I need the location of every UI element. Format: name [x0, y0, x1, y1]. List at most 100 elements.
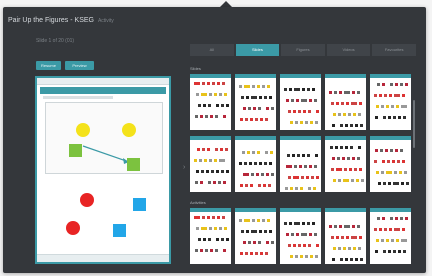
thumbnail-header — [370, 74, 411, 78]
thumbnail-figure-dot — [352, 225, 355, 228]
activity-thumbnail[interactable] — [325, 208, 366, 264]
thumbnail-figure-dot — [195, 115, 198, 118]
resume-button[interactable]: Resume — [36, 61, 61, 70]
thumbnail-figure-dot — [226, 238, 229, 241]
slide-thumbnail[interactable] — [190, 136, 231, 192]
thumbnail-figure-dot — [221, 238, 224, 241]
thumbnail-figure-dot — [267, 219, 270, 222]
thumbnail-figure-dot — [217, 82, 220, 85]
thumbnail-figure-dot — [383, 116, 386, 119]
thumbnail-figure-dot — [379, 94, 382, 97]
thumbnail-figure-dot — [266, 173, 269, 176]
thumbnail-figure-dot — [258, 241, 261, 244]
slide-thumbnail[interactable] — [190, 74, 231, 130]
thumbnail-figure-dot — [315, 154, 318, 157]
thumbnail-figure-dot — [257, 219, 260, 222]
thumbnail-figure-dot — [271, 107, 274, 110]
tab-videos[interactable]: Videos — [326, 44, 371, 56]
thumbnail-figure-dot — [196, 93, 199, 96]
slide-thumbnail[interactable] — [370, 74, 411, 130]
thumbnail-figure-dot — [286, 233, 289, 236]
thumbnail-header — [325, 136, 366, 140]
tab-all[interactable]: All — [190, 44, 234, 56]
thumbnail-figure-dot — [311, 176, 314, 179]
slide-thumbnail[interactable] — [370, 136, 411, 192]
thumbnail-figure-dot — [404, 239, 407, 242]
thumbnail-figure-dot — [335, 146, 338, 149]
thumbnail-figure-dot — [214, 227, 217, 230]
slide-thumbnail[interactable] — [325, 74, 366, 130]
thumbnail-figure-dot — [389, 171, 392, 174]
chevron-right-icon[interactable]: › — [183, 164, 185, 171]
thumbnail-figure-dot — [250, 118, 253, 121]
thumbnail-figure-dot — [395, 149, 398, 152]
tab-favourites[interactable]: Favourites — [372, 44, 416, 56]
thumbnail-figure-dot — [243, 107, 246, 110]
thumbnail-figure-dot — [267, 85, 270, 88]
thumbnail-figure-dot — [383, 250, 386, 253]
activity-thumbnail[interactable] — [235, 208, 276, 264]
thumbnail-figure-dot — [197, 82, 200, 85]
thumbnail-figure-dot — [217, 216, 220, 219]
square-figure — [68, 143, 82, 157]
thumbnail-figure-dot — [269, 162, 272, 165]
slide-thumbnail[interactable] — [280, 136, 321, 192]
thumbnail-header — [235, 136, 276, 140]
thumbnail-figure-dot — [333, 113, 336, 116]
thumbnail-figure-dot — [258, 184, 261, 187]
thumbnail-figure-dot — [337, 157, 340, 160]
thumbnail-figure-dot — [390, 149, 393, 152]
thumbnail-figure-dot — [338, 179, 341, 182]
thumbnail-figure-dot — [223, 249, 226, 252]
thumbnail-figure-dot — [195, 181, 198, 184]
slide-thumbnail[interactable] — [325, 136, 366, 192]
thumbnail-figure-dot — [225, 148, 228, 151]
thumbnail-figure-dot — [397, 228, 400, 231]
thumbnail-figure-dot — [249, 162, 252, 165]
thumbnail-figure-dot — [218, 181, 221, 184]
thumbnail-figure-dot — [252, 151, 255, 154]
thumbnail-figure-dot — [195, 249, 198, 252]
thumbnail-figure-dot — [403, 116, 406, 119]
tab-slides[interactable]: Slides — [235, 44, 280, 56]
thumbnail-figure-dot — [305, 121, 308, 124]
circle-figure — [80, 193, 94, 207]
thumbnail-figure-dot — [391, 105, 394, 108]
thumbnail-figure-dot — [346, 102, 349, 105]
gallery-scrollbar[interactable] — [413, 100, 415, 148]
thumbnail-figure-dot — [291, 233, 294, 236]
thumbnail-figure-dot — [284, 222, 287, 225]
thumbnail-figure-dot — [209, 93, 212, 96]
slide-thumbnail[interactable] — [235, 74, 276, 130]
thumbnail-figure-dot — [239, 85, 242, 88]
thumbnail-figure-dot — [288, 110, 291, 113]
tab-figures[interactable]: Figures — [281, 44, 325, 56]
thumbnail-figure-dot — [269, 96, 272, 99]
thumbnail-figure-dot — [338, 113, 341, 116]
slide-info: Slide 1 of 20 (01) — [36, 38, 75, 44]
thumbnail-figure-dot — [361, 179, 364, 182]
activity-thumbnail[interactable] — [190, 208, 231, 264]
thumbnail-figure-dot — [207, 148, 210, 151]
slide-thumbnail[interactable] — [235, 136, 276, 192]
circle-figure — [76, 123, 90, 137]
activity-thumbnail[interactable] — [280, 208, 321, 264]
thumbnail-figure-dot — [219, 227, 222, 230]
thumbnail-header — [370, 208, 411, 212]
thumbnail-figure-dot — [247, 85, 250, 88]
thumbnail-figure-dot — [214, 159, 217, 162]
thumbnail-figure-dot — [243, 241, 246, 244]
thumbnail-figure-dot — [357, 157, 360, 160]
thumbnail-figure-dot — [316, 244, 319, 247]
thumbnail-figure-dot — [348, 247, 351, 250]
thumbnail-figure-dot — [354, 236, 357, 239]
slide-thumbnail[interactable] — [280, 74, 321, 130]
preview-button[interactable]: Preview — [65, 61, 94, 70]
slide-preview — [35, 76, 171, 264]
thumbnail-figure-dot — [397, 94, 400, 97]
thumbnail-figure-dot — [194, 159, 197, 162]
thumbnail-figure-dot — [223, 181, 226, 184]
thumbnail-figure-dot — [308, 244, 311, 247]
thumbnail-figure-dot — [384, 94, 387, 97]
activity-thumbnail[interactable] — [370, 208, 411, 264]
